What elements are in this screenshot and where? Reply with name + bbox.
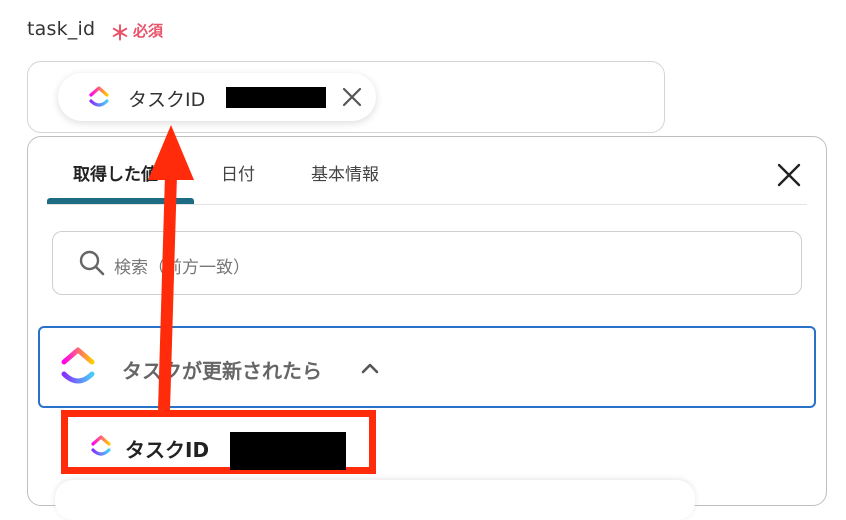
tooltip-edge xyxy=(55,480,695,520)
close-icon[interactable] xyxy=(774,160,804,190)
close-icon[interactable] xyxy=(339,84,365,110)
clickup-logo-icon xyxy=(91,435,111,456)
redacted-value xyxy=(226,87,326,108)
search-icon xyxy=(79,250,105,276)
tab-divider xyxy=(47,204,807,205)
clickup-logo-icon xyxy=(89,86,109,107)
clickup-logo-icon xyxy=(61,347,95,384)
group-label: タスクが更新されたら xyxy=(122,359,322,383)
list-item-label: タスクID xyxy=(125,438,210,462)
tab-date[interactable]: 日付 xyxy=(221,160,255,185)
redacted-value xyxy=(230,432,346,470)
tab-basic-info[interactable]: 基本情報 xyxy=(311,160,379,185)
required-badge: 必須 xyxy=(133,22,164,40)
required-star: ＊ xyxy=(110,21,130,45)
field-label: task_id xyxy=(27,18,96,40)
chevron-up-icon[interactable] xyxy=(358,359,382,377)
chip-label: タスクID xyxy=(128,89,206,111)
search-placeholder: 検索（前方一致） xyxy=(114,258,250,278)
tab-acquired-values[interactable]: 取得した値 xyxy=(73,160,158,185)
